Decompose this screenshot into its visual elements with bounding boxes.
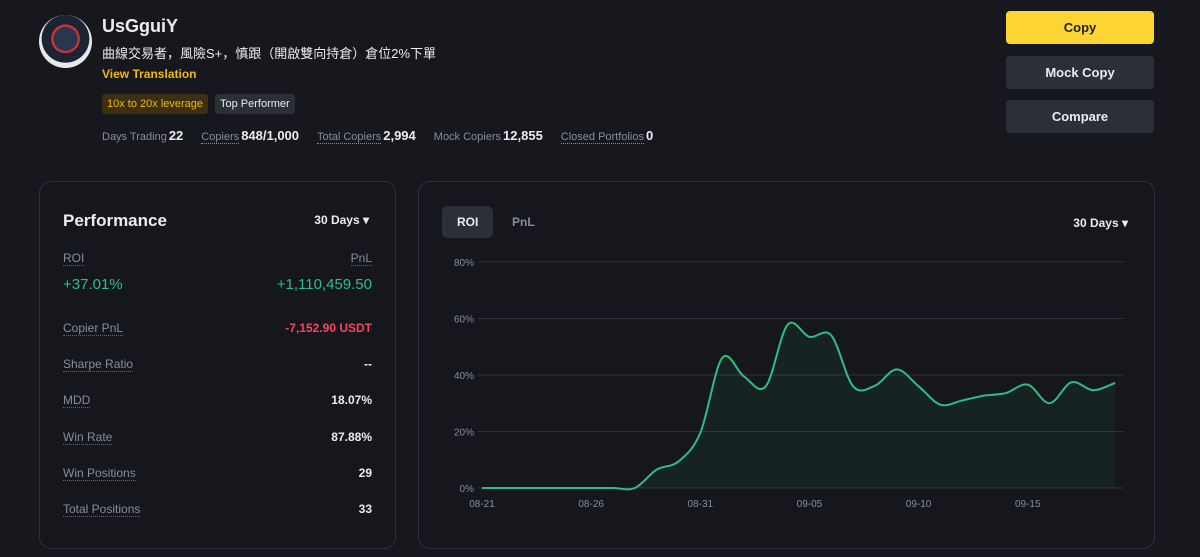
copy-button[interactable]: Copy [1006,11,1154,44]
top-performer-tag: Top Performer [215,94,295,114]
trader-name: UsGguiY [102,16,179,36]
stat-copiers: Copiers 848/1,000 [201,128,300,144]
total-positions-label: Total Positions [63,502,141,517]
roi-value: +37.01% [63,276,123,293]
chart-panel: ROI PnL 30 Days ▾ 0% 20% 40% 60% 80% 08-21 08-… [418,181,1155,549]
mdd-label: MDD [63,393,91,408]
x-tick-label: 09-10 [906,499,932,510]
performance-period-dropdown[interactable]: 30 Days ▾ [314,213,369,227]
compare-button[interactable]: Compare [1006,100,1154,133]
win-positions-value: 29 [358,466,372,480]
leverage-tag: 10x to 20x leverage [102,94,209,114]
performance-panel: Performance 30 Days ▾ ROI PnL +37.01% +1,1… [39,181,396,549]
sharpe-ratio-value: -- [364,357,372,371]
stat-mock-copiers: Mock Copiers 12,855 [433,128,543,143]
view-translation-link[interactable]: View Translation [102,67,196,81]
win-positions-label: Win Positions [63,466,136,481]
roi-label: ROI [63,251,85,266]
x-tick-label: 08-26 [578,499,604,510]
x-tick-label: 08-21 [469,499,495,510]
stat-days-trading: Days Trading 22 [102,128,184,143]
x-tick-label: 09-15 [1015,499,1041,510]
y-tick-label: 0% [460,484,475,495]
y-tick-label: 40% [454,371,474,382]
sharpe-ratio-label: Sharpe Ratio [63,357,134,372]
pnl-value: +1,110,459.50 [276,276,372,293]
y-tick-label: 60% [454,315,474,326]
total-positions-value: 33 [358,502,372,516]
stat-total-copiers: Total Copiers 2,994 [317,128,416,144]
copier-pnl-label: Copier PnL [63,321,124,336]
stats-bar: Days Trading 22 Copiers 848/1,000 Total Co… [102,128,654,144]
y-tick-label: 20% [454,428,474,439]
stat-closed-portfolios: Closed Portfolios 0 [560,128,654,144]
x-tick-label: 09-05 [797,499,823,510]
performance-title: Performance [63,211,167,230]
roi-chart: 0% 20% 40% 60% 80% 08-21 08-26 08-31 09-05 09-10 0… [454,258,1124,510]
copier-pnl-value: -7,152.90 USDT [285,321,372,335]
y-tick-label: 80% [454,258,474,269]
x-tick-label: 08-31 [688,499,714,510]
win-rate-label: Win Rate [63,430,113,445]
mock-copy-button[interactable]: Mock Copy [1006,56,1154,89]
trader-bio: 曲線交易者，風險S+，慎跟（開啟雙向持倉）倉位2%下單 [102,46,437,61]
win-rate-value: 87.88% [331,430,372,444]
pnl-label: PnL [350,251,372,266]
roi-area [482,322,1116,490]
avatar [39,15,92,68]
mdd-value: 18.07% [331,393,372,407]
